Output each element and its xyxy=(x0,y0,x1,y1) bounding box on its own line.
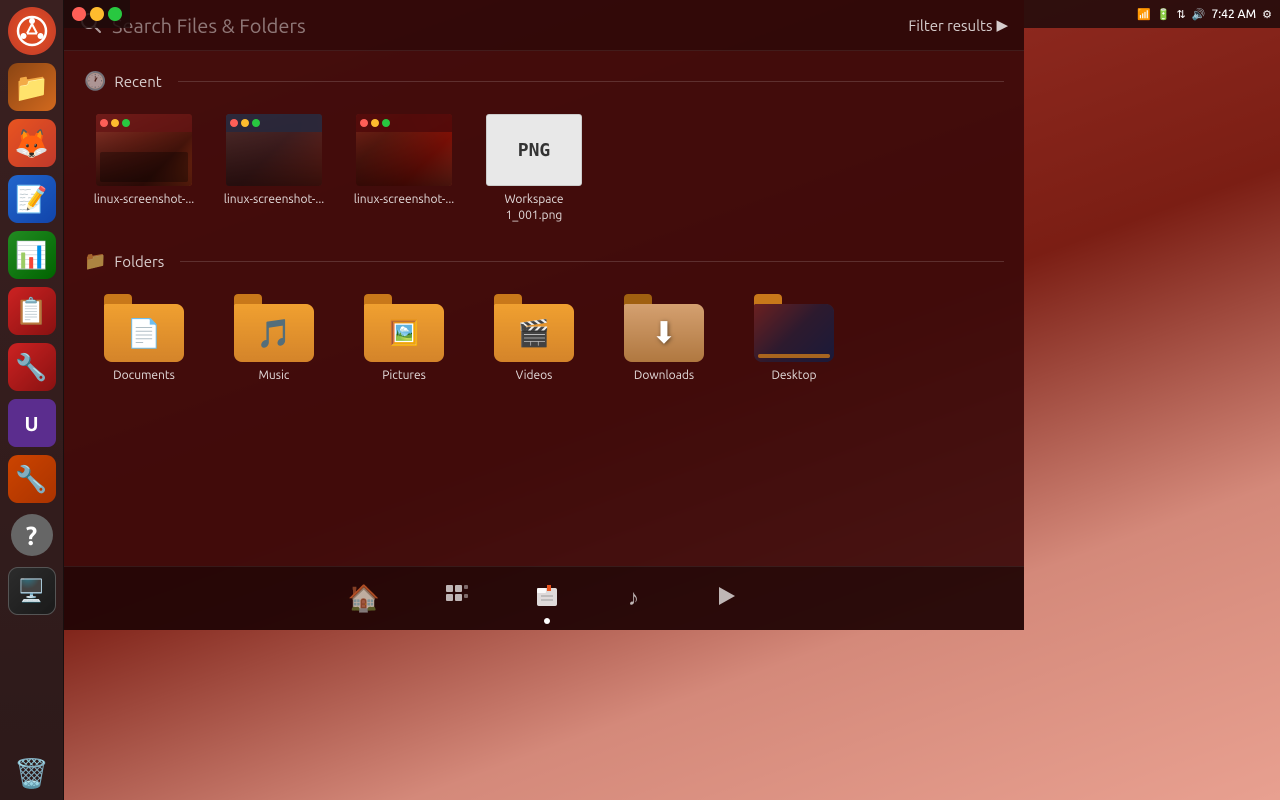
documents-folder-icon: 📄 xyxy=(104,294,184,362)
firefox-icon: 🦊 xyxy=(8,119,56,167)
recent-item-ss1-name: linux-screenshot-... xyxy=(94,192,195,208)
ubuntu-one-icon: U xyxy=(8,399,56,447)
folder-item-documents[interactable]: 📄 Documents xyxy=(84,286,204,392)
recent-label: Recent xyxy=(114,73,161,90)
bottom-nav-files[interactable] xyxy=(526,575,568,622)
screenshot-1-thumbnail xyxy=(96,114,192,186)
videos-folder-icon: 🎬 xyxy=(494,294,574,362)
folders-label: Folders xyxy=(114,253,164,270)
launcher-item-impress[interactable]: 📋 xyxy=(5,284,59,338)
launcher-item-help[interactable]: ? xyxy=(5,508,59,562)
folders-divider xyxy=(180,261,1004,262)
music-nav-icon: ♪ xyxy=(624,583,650,614)
help-icon: ? xyxy=(11,514,53,556)
close-button[interactable] xyxy=(72,7,86,21)
recent-item-png[interactable]: PNG Workspace 1_001.png xyxy=(474,106,594,231)
desktop-folder-name: Desktop xyxy=(771,368,816,384)
folder-item-desktop[interactable]: Desktop xyxy=(734,286,854,392)
unity-launcher: 📁 🦊 📝 📊 📋 🔧 U 🔧 ? 🖥️ 🗑️ xyxy=(0,0,64,800)
minimize-button[interactable] xyxy=(90,7,104,21)
launcher-item-firefox[interactable]: 🦊 xyxy=(5,116,59,170)
files-nav-icon xyxy=(534,583,560,614)
clock: 7:42 AM xyxy=(1211,8,1256,21)
filter-results-label: Filter results xyxy=(908,17,992,34)
videos-folder-name: Videos xyxy=(516,368,553,384)
folders-grid: 📄 Documents 🎵 Music 🖼️ Pictures xyxy=(84,286,1004,392)
svg-text:♪: ♪ xyxy=(628,585,639,609)
video-nav-icon xyxy=(714,583,740,614)
dash-bottom-nav: 🏠 xyxy=(64,566,1024,630)
launcher-item-settings[interactable]: 🔧 xyxy=(5,452,59,506)
search-bar: Filter results ▶ xyxy=(64,0,1024,51)
filter-results-arrow-icon: ▶ xyxy=(996,16,1008,34)
files-icon: 📁 xyxy=(8,63,56,111)
settings-indicator: ⚙ xyxy=(1262,8,1272,21)
filter-results-button[interactable]: Filter results ▶ xyxy=(908,16,1008,34)
documents-folder-name: Documents xyxy=(113,368,175,384)
launcher-item-ubuntu-one[interactable]: U xyxy=(5,396,59,450)
network-indicator: 📶 xyxy=(1137,8,1151,21)
ubuntu-logo-icon xyxy=(8,7,56,55)
transfer-indicator: ⇅ xyxy=(1177,8,1186,21)
launcher-item-app7[interactable]: 🔧 xyxy=(5,340,59,394)
sound-indicator: 🔊 xyxy=(1192,8,1206,21)
desktop-folder-icon xyxy=(754,294,834,362)
folder-item-downloads[interactable]: ⬇ Downloads xyxy=(604,286,724,392)
home-nav-icon: 🏠 xyxy=(348,583,380,614)
folders-icon: 📁 xyxy=(84,251,106,272)
launcher-item-screenshot[interactable]: 🖥️ xyxy=(5,564,59,618)
dash-content: 🕐 Recent linux-screenshot-... xyxy=(64,51,1024,566)
music-folder-name: Music xyxy=(259,368,290,384)
screenshot-3-thumbnail xyxy=(356,114,452,186)
system-indicators: 📶 🔋 ⇅ 🔊 7:42 AM ⚙ xyxy=(1137,8,1272,21)
trash-icon: 🗑️ xyxy=(8,749,56,797)
recent-icon: 🕐 xyxy=(84,71,106,92)
downloads-folder-icon: ⬇ xyxy=(624,294,704,362)
bottom-nav-video[interactable] xyxy=(706,575,748,622)
system-topbar: 📶 🔋 ⇅ 🔊 7:42 AM ⚙ xyxy=(1024,0,1280,28)
bottom-nav-music[interactable]: ♪ xyxy=(616,575,658,622)
png-thumbnail: PNG xyxy=(486,114,582,186)
recent-item-ss3[interactable]: linux-screenshot-... xyxy=(344,106,464,231)
app7-icon: 🔧 xyxy=(8,343,56,391)
downloads-folder-name: Downloads xyxy=(634,368,694,384)
battery-indicator: 🔋 xyxy=(1157,8,1171,21)
recent-items-grid: linux-screenshot-... linux-screenshot-..… xyxy=(84,106,1004,231)
screenshot-2-thumbnail xyxy=(226,114,322,186)
search-input[interactable] xyxy=(112,14,898,37)
recent-item-ss1[interactable]: linux-screenshot-... xyxy=(84,106,204,231)
pictures-folder-name: Pictures xyxy=(382,368,426,384)
pictures-folder-icon: 🖼️ xyxy=(364,294,444,362)
window-controls xyxy=(64,0,130,28)
launcher-item-ubuntu[interactable] xyxy=(5,4,59,58)
recent-section-header: 🕐 Recent xyxy=(84,71,1004,92)
launcher-item-files[interactable]: 📁 xyxy=(5,60,59,114)
folder-item-videos[interactable]: 🎬 Videos xyxy=(474,286,594,392)
settings-icon: 🔧 xyxy=(8,455,56,503)
music-folder-icon: 🎵 xyxy=(234,294,314,362)
calc-icon: 📊 xyxy=(8,231,56,279)
dash-overlay: Filter results ▶ 🕐 Recent linux xyxy=(64,0,1024,630)
recent-item-ss2-name: linux-screenshot-... xyxy=(224,192,325,208)
folder-item-music[interactable]: 🎵 Music xyxy=(214,286,334,392)
bottom-nav-apps[interactable] xyxy=(436,575,478,622)
folder-item-pictures[interactable]: 🖼️ Pictures xyxy=(344,286,464,392)
launcher-item-calc[interactable]: 📊 xyxy=(5,228,59,282)
folders-section-header: 📁 Folders xyxy=(84,251,1004,272)
screenshot-icon: 🖥️ xyxy=(8,567,56,615)
apps-nav-icon xyxy=(444,583,470,614)
impress-icon: 📋 xyxy=(8,287,56,335)
writer-icon: 📝 xyxy=(8,175,56,223)
recent-item-ss3-name: linux-screenshot-... xyxy=(354,192,455,208)
recent-item-ss2[interactable]: linux-screenshot-... xyxy=(214,106,334,231)
recent-divider xyxy=(178,81,1004,82)
launcher-item-writer[interactable]: 📝 xyxy=(5,172,59,226)
launcher-item-trash[interactable]: 🗑️ xyxy=(5,746,59,800)
bottom-nav-home[interactable]: 🏠 xyxy=(340,575,388,622)
maximize-button[interactable] xyxy=(108,7,122,21)
recent-item-png-name: Workspace 1_001.png xyxy=(479,192,589,223)
